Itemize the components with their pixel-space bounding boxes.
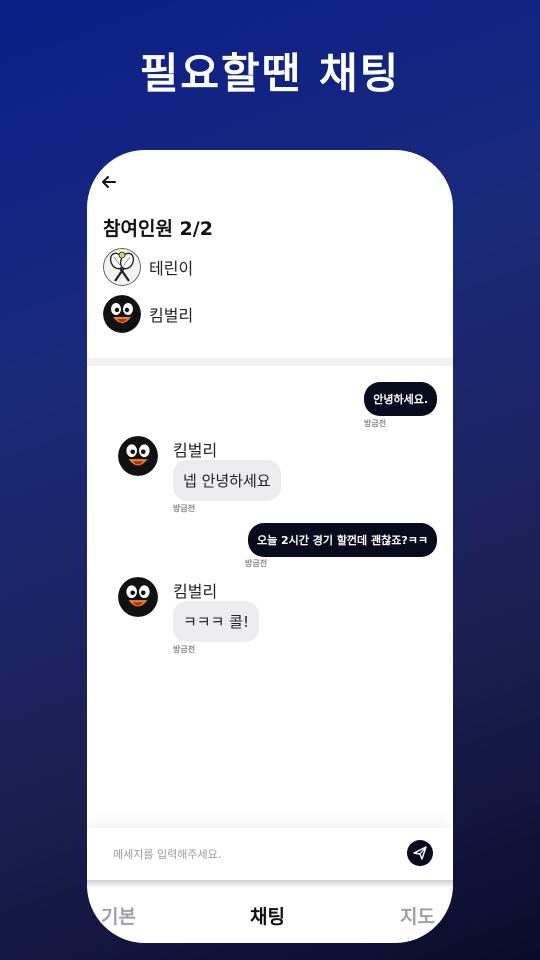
phone-screen: 참여인원 2/2 테린이 킴벌리 안녕하세요. 방금전 킴벌리 넵 안녕하세요 … — [87, 150, 453, 943]
participant-name: 테린이 — [149, 259, 194, 278]
message-input-bar — [87, 828, 453, 880]
send-icon — [413, 846, 427, 860]
back-arrow-icon[interactable] — [99, 172, 119, 192]
penguin-avatar — [103, 295, 141, 333]
tab-map[interactable]: 지도 — [400, 902, 435, 929]
sender-name: 킴벌리 — [173, 441, 218, 460]
headline: 필요할땐 채팅 — [139, 49, 401, 98]
message-timestamp: 방금전 — [364, 419, 387, 428]
section-divider — [87, 358, 453, 366]
participant-item[interactable]: 테린이 — [103, 248, 193, 286]
other-message-bubble: 넵 안녕하세요 — [173, 460, 281, 501]
tennis-racket-avatar — [103, 248, 141, 286]
my-message-bubble: 안녕하세요. — [364, 382, 437, 416]
participant-item[interactable]: 킴벌리 — [103, 295, 193, 333]
tabbar-shadow — [87, 880, 453, 888]
tab-chat[interactable]: 채팅 — [250, 902, 285, 929]
participants-title: 참여인원 2/2 — [103, 218, 213, 240]
message-timestamp: 방금전 — [173, 504, 196, 513]
other-message-bubble: ㅋㅋㅋ 콜! — [173, 601, 259, 642]
sender-name: 킴벌리 — [173, 582, 218, 601]
penguin-avatar[interactable] — [118, 577, 158, 617]
message-input[interactable] — [113, 842, 393, 866]
participant-name: 킴벌리 — [149, 306, 194, 325]
penguin-avatar[interactable] — [118, 436, 158, 476]
tab-basic[interactable]: 기본 — [101, 902, 136, 929]
my-message-bubble: 오늘 2시간 경기 할껀데 괜찮죠?ㅋㅋ — [247, 523, 437, 557]
message-timestamp: 방금전 — [245, 559, 268, 568]
message-timestamp: 방금전 — [173, 645, 196, 654]
send-button[interactable] — [407, 840, 433, 866]
